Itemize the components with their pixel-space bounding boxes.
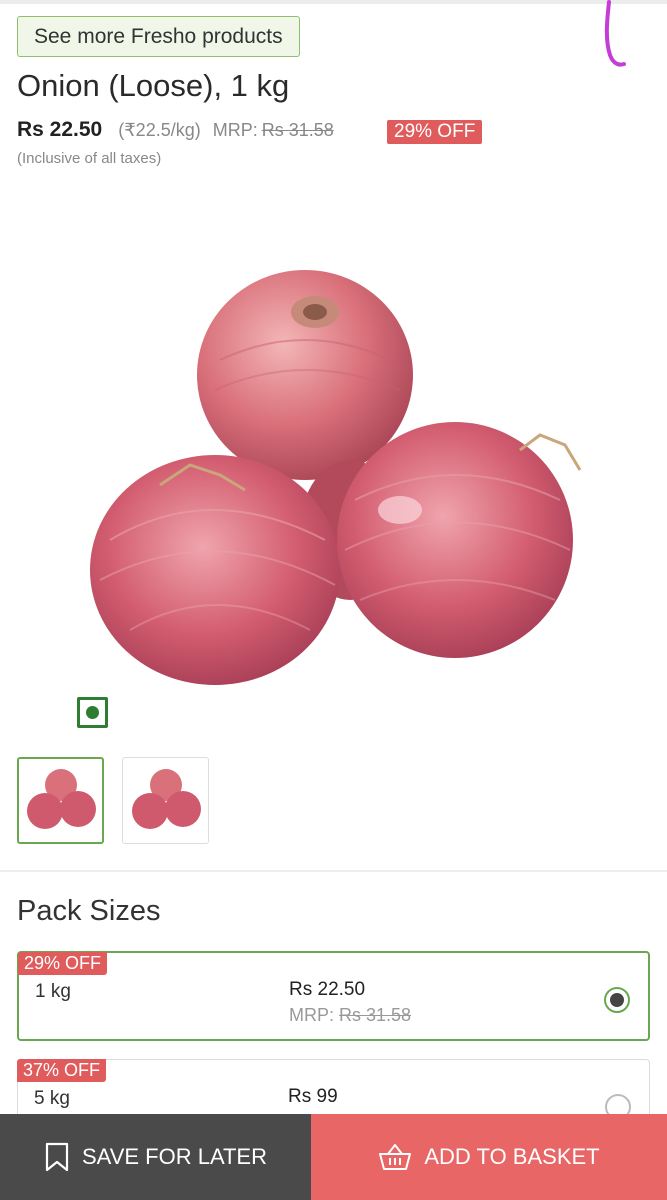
pack-sizes-title: Pack Sizes [17,895,161,927]
add-to-basket-button[interactable]: ADD TO BASKET [311,1114,667,1200]
bookmark-icon [45,1142,69,1172]
discount-badge: 29% OFF [387,120,483,144]
pack-discount-badge: 37% OFF [17,1059,107,1082]
thumbnail-2[interactable] [122,757,209,844]
pack-price: Rs 22.50 [289,979,366,1000]
save-for-later-label: SAVE FOR LATER [81,1144,267,1169]
pack-size-option-1kg[interactable]: 29% OFF 1 kg Rs 22.50 MRP: Rs 31.58 [17,951,650,1041]
price-per-kg: (₹22.5/kg) [118,120,201,140]
pack-size-label: 5 kg [34,1088,70,1109]
tax-note: (Inclusive of all taxes) [17,150,162,167]
price-row: Rs 22.50 (₹22.5/kg) MRP: Rs 31.58 [17,118,334,142]
product-title: Onion (Loose), 1 kg [17,68,290,103]
product-price: Rs 22.50 [17,118,103,141]
pack-mrp: MRP: Rs 31.58 [289,1005,411,1026]
top-edge [0,0,667,4]
pack-price: Rs 99 [288,1086,338,1107]
thumbnail-1[interactable] [17,757,104,844]
mrp-value: Rs 31.58 [261,120,334,140]
onion-thumbnail [26,768,96,829]
see-more-products-button[interactable]: See more Fresho products [17,16,300,57]
pack-mrp-label: MRP: [289,1005,334,1025]
onion-image[interactable] [70,240,610,700]
pen-mark [604,0,626,67]
veg-mark-icon [77,697,108,728]
onion-thumbnail [131,768,201,829]
pack-size-label: 1 kg [35,981,71,1002]
bottom-action-bar: SAVE FOR LATER ADD TO BASKET [0,1114,667,1200]
pack-radio-selected[interactable] [604,987,630,1013]
add-to-basket-label: ADD TO BASKET [424,1144,600,1169]
basket-icon [379,1144,412,1170]
save-for-later-button[interactable]: SAVE FOR LATER [0,1114,311,1200]
section-divider [0,870,667,872]
product-page: See more Fresho products Onion (Loose), … [0,0,667,1200]
pack-mrp-value: Rs 31.58 [339,1005,412,1025]
pack-discount-badge: 29% OFF [18,952,108,975]
mrp-label: MRP: [212,120,258,140]
